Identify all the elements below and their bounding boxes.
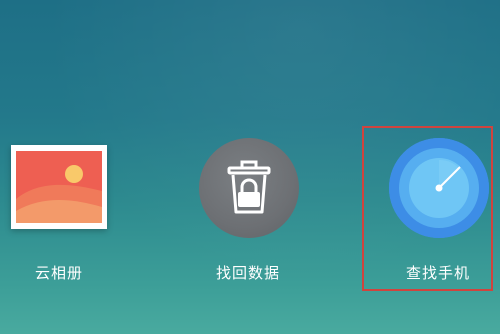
selection-highlight [362, 126, 493, 291]
photo-album-icon [11, 145, 107, 229]
app-cloud-album[interactable]: 云相册 [0, 0, 129, 334]
app-label-find-data: 找回数据 [215, 264, 280, 282]
app-find-data[interactable]: 找回数据 [178, 0, 318, 334]
app-label-cloud-album: 云相册 [34, 264, 83, 282]
trash-lock-icon [199, 138, 299, 238]
